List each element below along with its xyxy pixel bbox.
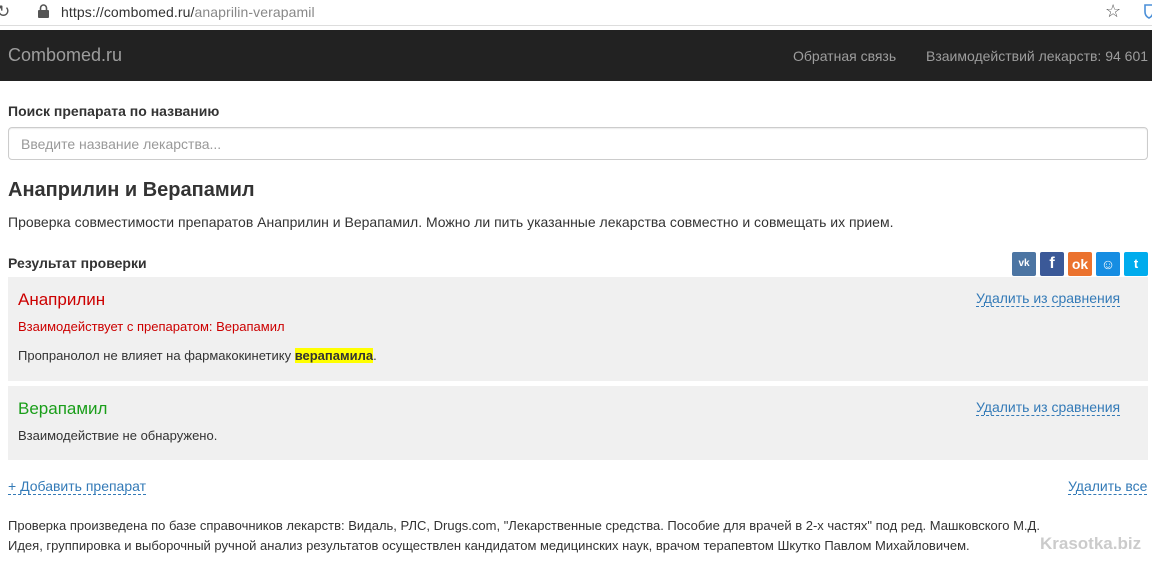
share-odnoklassniki-icon[interactable]: ok <box>1068 252 1092 276</box>
drug-name: Верапамил <box>18 399 108 418</box>
share-mymail-icon[interactable]: ☺ <box>1096 252 1120 276</box>
interaction-status: Взаимодействие не обнаружено. <box>18 428 218 443</box>
remove-from-comparison-link[interactable]: Удалить из сравнения <box>976 399 1121 416</box>
bookmark-star-icon[interactable]: ☆ <box>1105 1 1121 22</box>
remove-from-comparison-link[interactable]: Удалить из сравнения <box>976 290 1121 307</box>
share-twitter-icon[interactable]: t <box>1124 252 1148 276</box>
drug-panel-verapamil: Верапамил Удалить из сравнения Взаимодей… <box>8 386 1148 460</box>
interactions-count-link[interactable]: Взаимодействий лекарств: 94 601 <box>926 48 1148 64</box>
share-vk-icon[interactable]: vk <box>1012 252 1036 276</box>
drug-name: Анаприлин <box>18 290 106 309</box>
footer-line-sources: Проверка произведена по базе справочнико… <box>8 518 1040 533</box>
watermark: Krasotka.biz <box>1040 534 1142 553</box>
url-path: anaprilin-verapamil <box>194 4 315 20</box>
interaction-note: Пропранолол не влияет на фармакокинетику… <box>18 348 377 363</box>
site-brand[interactable]: Combomed.ru <box>8 45 122 66</box>
page-title: Анаприлин и Верапамил <box>8 179 255 201</box>
reload-icon[interactable]: ↻ <box>0 2 10 22</box>
browser-address-bar: ↻ https://combomed.ru/anaprilin-verapami… <box>0 0 1152 26</box>
footer-line-author: Идея, группировка и выборочный ручной ан… <box>8 538 970 553</box>
interaction-warning: Взаимодействует с препаратом: Верапамил <box>18 319 285 334</box>
result-heading: Результат проверки <box>8 255 147 271</box>
note-highlight: верапамила <box>294 348 374 363</box>
remove-all-link[interactable]: Удалить все <box>1068 478 1148 495</box>
search-label: Поиск препарата по названию <box>8 103 220 119</box>
drug-panel-anaprilin: Анаприлин Удалить из сравнения Взаимодей… <box>8 277 1148 381</box>
feedback-link[interactable]: Обратная связь <box>793 48 896 64</box>
url-field[interactable]: https://combomed.ru/anaprilin-verapamil <box>61 4 315 20</box>
note-text: Пропранолол не влияет на фармакокинетику <box>18 348 295 363</box>
note-end: . <box>373 348 377 363</box>
footer-note: Проверка произведена по базе справочнико… <box>8 516 1148 556</box>
top-navbar: Combomed.ru Обратная связь Взаимодействи… <box>0 30 1152 81</box>
share-facebook-icon[interactable]: f <box>1040 252 1064 276</box>
extension-shield-icon[interactable] <box>1144 3 1152 19</box>
drug-search-input[interactable] <box>8 127 1148 160</box>
lock-icon <box>38 4 49 18</box>
url-host: https://combomed.ru/ <box>61 4 195 20</box>
add-drug-link[interactable]: + Добавить препарат <box>8 478 147 495</box>
page-description: Проверка совместимости препаратов Анапри… <box>8 214 894 230</box>
